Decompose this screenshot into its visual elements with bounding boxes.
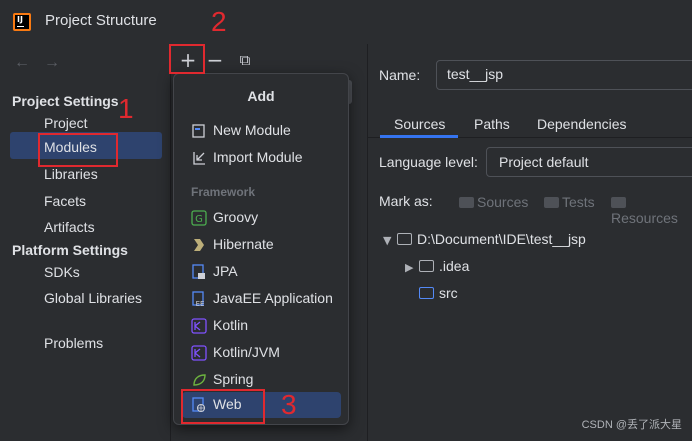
tree-item-idea[interactable]: ▶ .idea	[405, 258, 469, 274]
folder-icon	[611, 197, 626, 208]
menu-item-hibernate[interactable]: Hibernate	[182, 232, 341, 258]
popup-title: Add	[247, 88, 275, 104]
menu-item-label: Spring	[213, 371, 254, 387]
watermark: CSDN @丢了派大星	[581, 419, 682, 431]
menu-item-kotlin-jvm[interactable]: Kotlin/JVM	[182, 340, 341, 366]
remove-icon[interactable]: −	[204, 50, 226, 72]
menu-item-label: JPA	[213, 263, 238, 279]
tab-dependencies[interactable]: Dependencies	[537, 116, 627, 132]
sidebar-item-problems[interactable]: Problems	[44, 335, 103, 351]
name-label: Name:	[379, 67, 421, 83]
sidebar-item-sdks[interactable]: SDKs	[44, 264, 80, 280]
menu-item-label: Kotlin/JVM	[213, 344, 280, 360]
copy-icon[interactable]: ⧉	[234, 50, 256, 72]
menu-item-label: Hibernate	[213, 236, 274, 252]
content-root-path: D:\Document\IDE\test__jsp	[417, 231, 586, 247]
menu-item-label: Groovy	[213, 209, 259, 225]
folder-icon	[544, 197, 559, 208]
window-title: Project Structure	[45, 12, 157, 29]
add-popup-menu: Add New Module Import Module Framework G…	[173, 73, 349, 425]
chevron-down-icon[interactable]: ▼	[383, 234, 397, 247]
javaee-icon: EE	[192, 291, 205, 307]
import-module-icon	[193, 152, 205, 165]
menu-item-new-module[interactable]: New Module	[182, 118, 341, 144]
folder-icon	[397, 233, 412, 245]
tree-item-src[interactable]: src	[419, 285, 458, 301]
menu-item-label: Kotlin	[213, 317, 249, 333]
svg-text:EE: EE	[196, 300, 205, 307]
folder-icon	[419, 260, 434, 272]
sidebar-item-libraries[interactable]: Libraries	[44, 166, 98, 182]
sidebar-item-global-libraries[interactable]: Global Libraries	[44, 290, 142, 306]
annotation-box-add	[169, 44, 205, 74]
mark-resources-button[interactable]: Resources	[611, 194, 692, 226]
language-level-select[interactable]: Project default	[486, 147, 692, 177]
mark-sources-label: Sources	[477, 194, 529, 210]
mark-tests-button[interactable]: Tests	[544, 194, 595, 210]
annotation-box-modules	[38, 133, 118, 167]
mark-as-label: Mark as:	[379, 193, 433, 209]
menu-item-kotlin[interactable]: Kotlin	[182, 313, 341, 339]
menu-item-import-module[interactable]: Import Module	[182, 145, 341, 171]
details-tabs: Sources Paths Dependencies	[368, 110, 692, 138]
menu-item-label: New Module	[213, 122, 291, 138]
annotation-step-1: 1	[118, 93, 134, 124]
annotation-step-2: 2	[211, 6, 227, 37]
intellij-logo-icon	[13, 13, 31, 31]
mark-tests-label: Tests	[562, 194, 595, 210]
platform-settings-header: Platform Settings	[12, 242, 128, 258]
jpa-icon	[192, 264, 205, 279]
new-module-icon	[192, 124, 205, 138]
annotation-step-3: 3	[281, 389, 297, 420]
active-tab-indicator	[380, 135, 458, 138]
sidebar-item-project[interactable]: Project	[44, 115, 88, 131]
tab-sources[interactable]: Sources	[394, 116, 445, 132]
menu-item-jpa[interactable]: JPA	[182, 259, 341, 285]
source-folder-icon	[419, 287, 434, 299]
project-settings-header: Project Settings	[12, 93, 119, 109]
content-root-row[interactable]: ▼ D:\Document\IDE\test__jsp	[383, 231, 586, 247]
mark-sources-button[interactable]: Sources	[459, 194, 528, 210]
menu-item-label: Import Module	[213, 149, 303, 165]
module-name-field[interactable]: test__jsp	[436, 60, 692, 90]
tree-item-label: src	[439, 285, 458, 301]
forward-arrow-icon[interactable]: →	[44, 54, 60, 72]
tree-item-label: .idea	[439, 258, 470, 274]
framework-group-header: Framework	[191, 185, 256, 199]
language-level-label: Language level:	[379, 154, 478, 170]
module-details-pane: Name: test__jsp Sources Paths Dependenci…	[367, 44, 692, 441]
spring-icon	[193, 374, 206, 386]
annotation-box-web	[181, 389, 265, 424]
kotlin-jvm-icon	[191, 345, 207, 361]
menu-item-javaee-application[interactable]: EE JavaEE Application	[182, 286, 341, 312]
menu-item-groovy[interactable]: G Groovy	[182, 205, 341, 231]
mark-resources-label: Resources	[611, 210, 678, 226]
sidebar: ← → Project Settings Project Modules Lib…	[0, 44, 170, 441]
svg-text:G: G	[195, 214, 203, 225]
sidebar-item-artifacts[interactable]: Artifacts	[44, 219, 95, 235]
hibernate-icon	[194, 239, 204, 251]
groovy-icon: G	[191, 210, 207, 226]
chevron-right-icon[interactable]: ▶	[405, 261, 419, 274]
folder-icon	[459, 197, 474, 208]
menu-item-label: JavaEE Application	[213, 290, 333, 306]
tab-paths[interactable]: Paths	[474, 116, 510, 132]
kotlin-icon	[191, 318, 207, 334]
back-arrow-icon[interactable]: ←	[14, 54, 30, 72]
title-bar: Project Structure	[0, 0, 692, 44]
sidebar-item-facets[interactable]: Facets	[44, 193, 86, 209]
